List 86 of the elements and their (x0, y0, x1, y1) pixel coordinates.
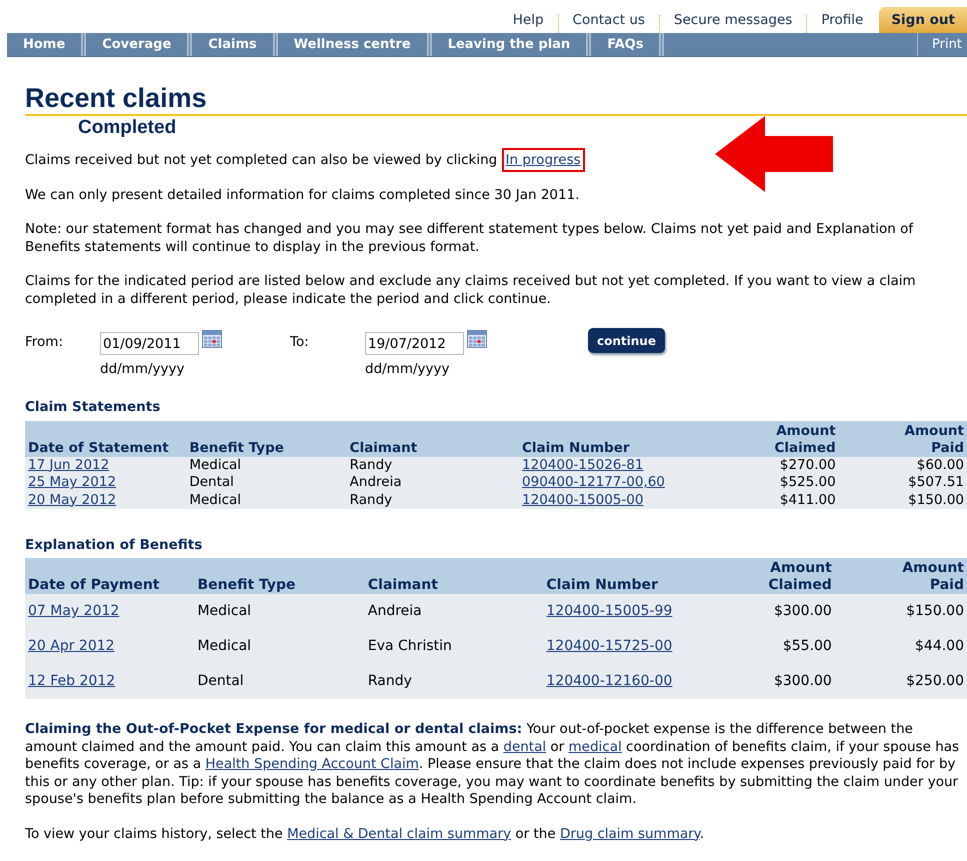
top-link[interactable]: Profile (819, 7, 866, 33)
table-cell: Dental (186, 474, 347, 492)
table-cell: $55.00 (710, 629, 835, 664)
text-link[interactable]: 20 Apr 2012 (28, 638, 115, 654)
info-paragraph: To view your claims history, select the Medical & Dental claim summary or the Drug claim summary. (25, 826, 706, 844)
text-link[interactable]: 07 May 2012 (28, 603, 120, 619)
table-cell: Dental (194, 664, 365, 700)
table-cell: $250.00 (834, 664, 967, 700)
table-cell: $507.51 (838, 474, 967, 492)
table-cell: Medical (194, 594, 365, 630)
nav-tab[interactable]: Claims (192, 33, 278, 56)
table-cell: $44.00 (834, 629, 967, 664)
text-link[interactable]: 120400-15005-99 (546, 603, 678, 620)
arrow-icon (713, 114, 835, 194)
column-header: Amount Claimed (741, 420, 839, 456)
field-label: To: (290, 333, 310, 352)
page-title: Recent claims (25, 83, 208, 113)
table-cell: Randy (346, 456, 520, 474)
date-format-hint: dd/mm/yyyy (100, 360, 186, 379)
nav-tab[interactable]: Wellness centre (278, 33, 432, 56)
continue-button[interactable]: continue (588, 328, 665, 353)
text-link[interactable]: medical (568, 738, 622, 755)
nav-tab[interactable]: FAQs (591, 33, 664, 56)
table-cell: $300.00 (710, 664, 835, 700)
page-subtitle: Completed (77, 116, 178, 140)
column-header: Claim Number (519, 420, 742, 456)
top-link[interactable]: Secure messages (672, 7, 794, 33)
column-header: Benefit Type (194, 558, 365, 594)
info-paragraph: Claiming the Out-of-Pocket Expense for medical or dental claims: Your out-of-pocket expense is the difference between the amount claimed and the amount paid. You can claim this amount as a dental or medical coordination of benefits claim, if your spouse has benefits coverage, or as a Health Spending Account Claim. Please ensure that the claim does not include expenses previously paid for by this or any other plan. Tip: if your spouse has benefits coverage, you may want to coordinate benefits by submitting the claim under your spouse's benefits plan before submitting the balance as a Health Spending Account claim. (25, 721, 960, 809)
text-link[interactable]: Medical & Dental claim summary (287, 826, 512, 842)
table-cell: $411.00 (741, 492, 839, 509)
column-header: Amount Claimed (710, 558, 835, 594)
calendar-icon[interactable] (467, 330, 487, 348)
date-field[interactable]: 01/09/2011 (100, 332, 199, 355)
table-cell: $525.00 (741, 474, 839, 492)
top-link[interactable]: Help (510, 7, 546, 33)
text-link[interactable]: 20 May 2012 (28, 492, 116, 508)
text-link[interactable]: 17 Jun 2012 (28, 456, 110, 472)
column-header: Claim Number (543, 558, 710, 594)
nav-tab[interactable]: Leaving the plan (432, 33, 592, 56)
text-link[interactable]: 12 Feb 2012 (28, 673, 116, 689)
table-cell: Randy (346, 492, 520, 509)
info-paragraph: We can only present detailed information for claims completed since 30 Jan 2011. (25, 186, 580, 204)
text-link[interactable]: 120400-12160-00 (546, 673, 678, 690)
table-cell: Medical (186, 492, 347, 509)
text-link[interactable]: 25 May 2012 (28, 474, 116, 490)
text-link[interactable]: Drug claim summary (560, 826, 700, 842)
table-cell: Medical (194, 629, 365, 664)
table-cell: $300.00 (710, 594, 835, 630)
info-paragraph: Claims for the indicated period are listed below and exclude any claims received but not yet completed. If you want to view a claim completed in a different period, please indicate the period and click continue. (25, 273, 917, 308)
table-cell: Andreia (346, 474, 520, 492)
section-heading: Explanation of Benefits (25, 536, 204, 555)
table-cell: $150.00 (834, 594, 967, 630)
table-cell: $150.00 (838, 492, 967, 509)
text-link[interactable]: In progress (506, 152, 581, 168)
text-link[interactable]: 120400-15725-00 (546, 638, 678, 656)
table-cell: $270.00 (741, 456, 839, 474)
date-format-hint: dd/mm/yyyy (365, 360, 450, 379)
info-paragraph: Claims received but not yet completed can also be viewed by clicking In progress (25, 152, 947, 170)
column-header: Benefit Type (186, 420, 347, 456)
top-link[interactable]: Sign out (879, 7, 967, 33)
table-cell: Eva Christin (364, 629, 544, 664)
table-cell: Randy (364, 664, 544, 700)
table-cell: Andreia (364, 594, 544, 630)
section-heading: Claim Statements (25, 398, 162, 418)
info-paragraph: Note: our statement format has changed and you may see different statement types below. Claims not yet paid and Explanation of Benefits statements will continue to display in the previous format. (25, 221, 914, 256)
text-link[interactable]: dental (503, 738, 546, 755)
column-header: Claimant (346, 420, 520, 456)
print-link[interactable]: Print (917, 33, 967, 56)
nav-tab[interactable]: Home (7, 33, 86, 56)
text-link[interactable]: 090400-12177-00,60 (522, 474, 665, 490)
text-link[interactable]: Health Spending Account Claim (205, 756, 419, 772)
nav-tab[interactable]: Coverage (86, 33, 192, 56)
column-header: Date of Statement (25, 420, 186, 456)
field-label: From: (25, 333, 64, 352)
table-cell: $60.00 (838, 456, 967, 474)
text-link[interactable]: 120400-15026-81 (522, 456, 644, 472)
column-header: Date of Payment (25, 558, 194, 594)
column-header: Claimant (364, 558, 544, 594)
column-header: Amount Paid (834, 558, 967, 594)
column-header: Amount Paid (838, 420, 967, 456)
date-field[interactable]: 19/07/2012 (365, 332, 464, 355)
calendar-icon[interactable] (202, 330, 222, 348)
top-link[interactable]: Contact us (570, 7, 647, 33)
table-cell: Medical (186, 456, 347, 474)
text-link[interactable]: 120400-15005-00 (522, 492, 644, 508)
